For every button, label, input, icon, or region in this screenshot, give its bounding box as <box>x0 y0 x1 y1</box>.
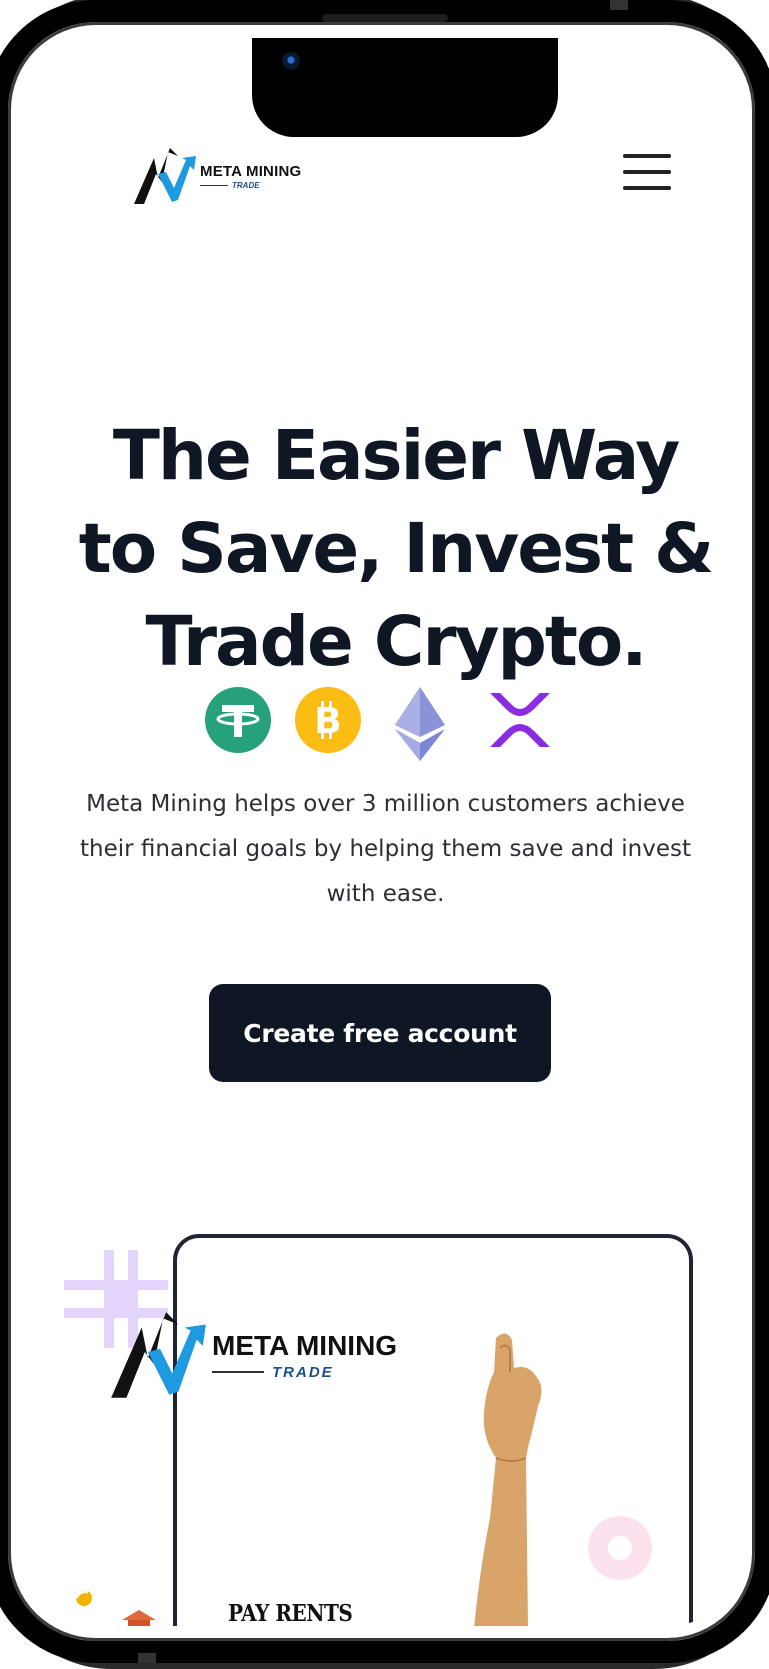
logo-mark-icon <box>111 1312 206 1398</box>
hamburger-line <box>623 154 671 158</box>
hero-title-line: The Easier Way <box>112 416 680 496</box>
side-button <box>610 0 628 10</box>
bitcoin-icon: B <box>295 687 361 753</box>
promo-logo-sub-row: TRADE <box>212 1364 397 1381</box>
create-account-button[interactable]: Create free account <box>209 984 551 1082</box>
hero-title: The Easier Way to Save, Invest & Trade C… <box>60 410 731 689</box>
phone-notch <box>252 38 558 137</box>
house-illustration-icon <box>74 1590 156 1626</box>
hamburger-line <box>623 186 671 190</box>
bottom-button <box>138 1653 156 1663</box>
logo-divider <box>212 1371 264 1373</box>
front-camera <box>282 52 300 70</box>
ethereum-icon <box>395 687 445 761</box>
hamburger-line <box>623 170 671 174</box>
header-logo[interactable]: META MINING TRADE <box>128 144 301 208</box>
hamburger-menu-button[interactable] <box>623 154 671 194</box>
earpiece-speaker <box>322 14 448 22</box>
svg-text:B: B <box>314 701 341 742</box>
hero-title-line: to Save, Invest & <box>78 509 714 589</box>
logo-mark-icon <box>134 148 196 204</box>
raised-fist-image <box>474 1333 542 1626</box>
promo-logo-sub: TRADE <box>272 1363 334 1381</box>
hero-title-line: Trade Crypto. <box>145 602 648 682</box>
tether-icon <box>205 687 271 753</box>
promo-logo: META MINING TRADE <box>102 1300 397 1410</box>
coin-row: B <box>20 687 751 761</box>
xrp-icon <box>490 693 550 747</box>
pay-rents-caption: PAY RENTS <box>228 1599 353 1626</box>
logo-sub: TRADE <box>232 180 260 190</box>
promo-logo-name: META MINING <box>212 1329 398 1361</box>
logo-divider <box>200 184 228 186</box>
logo-sub-row: TRADE <box>200 181 301 190</box>
phone-screen: META MINING TRADE The Easier Way to Save… <box>20 38 751 1626</box>
hero-description: Meta Mining helps over 3 million custome… <box>80 791 691 907</box>
ring-decoration-icon <box>588 1516 652 1580</box>
logo-name: META MINING <box>200 162 302 180</box>
